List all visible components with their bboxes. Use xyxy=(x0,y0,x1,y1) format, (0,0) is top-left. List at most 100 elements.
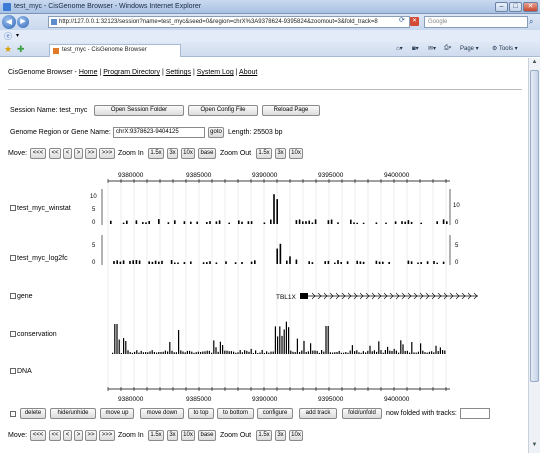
nav-about[interactable]: About xyxy=(239,69,257,76)
folded-label: now folded with tracks: xyxy=(386,410,457,417)
move-right-button[interactable]: > xyxy=(74,430,83,441)
fold-unfold-button[interactable]: fold/unfold xyxy=(342,408,382,419)
ie-menu-icon[interactable]: ⓔ xyxy=(4,31,12,42)
conservation-bar xyxy=(213,340,215,354)
zoom-in-10x-button[interactable]: 10x xyxy=(181,148,195,159)
signal-bar xyxy=(122,260,125,264)
refresh-icon[interactable]: ⟳ xyxy=(399,16,405,24)
tools-menu[interactable]: ⚙ Tools ▾ xyxy=(492,45,518,52)
close-button[interactable]: ✕ xyxy=(523,2,538,12)
nav-settings[interactable]: Settings xyxy=(166,69,191,76)
search-icon[interactable]: ⌕ xyxy=(529,17,533,27)
conservation-bar xyxy=(244,350,246,354)
zoom-out-3x-button[interactable]: 3x xyxy=(275,430,286,441)
forward-icon[interactable]: ▶ xyxy=(17,16,29,28)
move-down-button[interactable]: move down xyxy=(140,408,184,419)
signal-bar xyxy=(436,262,438,264)
scroll-thumb[interactable] xyxy=(530,70,539,382)
conservation-bar xyxy=(127,350,129,354)
move-right-button[interactable]: > xyxy=(74,148,83,159)
vertical-scrollbar[interactable]: ▲ ▼ xyxy=(528,58,540,453)
move-label: Move: xyxy=(8,432,28,439)
zoom-in-3x-button[interactable]: 3x xyxy=(167,148,178,159)
to-top-button[interactable]: to top xyxy=(188,408,214,419)
zoom-in-3x-button[interactable]: 3x xyxy=(167,430,178,441)
back-icon[interactable]: ◀ xyxy=(2,15,16,29)
to-bottom-button[interactable]: to bottom xyxy=(217,408,254,419)
page-menu[interactable]: Page ▾ xyxy=(460,45,479,52)
zoom-in-base-button[interactable]: base xyxy=(198,430,216,441)
move-right-more-button[interactable]: >> xyxy=(85,430,97,441)
conservation-bar xyxy=(186,350,188,354)
select-all-checkbox[interactable] xyxy=(10,411,16,417)
conservation-bar xyxy=(391,351,393,354)
open-session-folder-button[interactable]: Open Session Folder xyxy=(94,105,184,116)
gene-label[interactable]: TBL1X xyxy=(276,294,297,301)
move-left-more-button[interactable]: << xyxy=(49,148,61,159)
move-left-button[interactable]: < xyxy=(63,148,72,159)
track-checkbox[interactable] xyxy=(10,293,16,300)
folded-tracks-input[interactable] xyxy=(460,408,490,419)
home-icon[interactable]: ⌂▾ xyxy=(396,45,403,52)
region-input[interactable]: chrX:9378623-9404125 xyxy=(113,127,205,138)
move-far-left-button[interactable]: <<< xyxy=(30,430,46,441)
track-checkbox[interactable] xyxy=(10,255,16,262)
conservation-bar xyxy=(301,350,303,354)
move-far-right-button[interactable]: >>> xyxy=(99,430,115,441)
zoom-out-10x-button[interactable]: 10x xyxy=(289,148,303,159)
address-bar: ◀ ▶ http://127.0.0.1:32123/session?name=… xyxy=(0,14,540,30)
scroll-down-icon[interactable]: ▼ xyxy=(530,442,539,451)
print-icon[interactable]: ⎙▾ xyxy=(444,45,451,52)
configure-button[interactable]: configure xyxy=(257,408,293,419)
nav-program-directory[interactable]: Program Directory xyxy=(103,69,160,76)
conservation-bar xyxy=(362,351,364,354)
goto-button[interactable]: goto xyxy=(208,127,224,138)
maximize-button[interactable]: □ xyxy=(509,2,522,12)
zoom-in-1-5x-button[interactable]: 1.5x xyxy=(148,148,164,159)
add-favorites-icon[interactable]: ✚ xyxy=(17,44,25,55)
search-input[interactable]: Google xyxy=(424,16,528,28)
conservation-bar xyxy=(277,336,279,354)
zoom-in-base-button[interactable]: base xyxy=(198,148,216,159)
zoom-in-1-5x-button[interactable]: 1.5x xyxy=(148,430,164,441)
conservation-bar xyxy=(358,352,360,354)
conservation-bar xyxy=(142,352,144,354)
favorites-star-icon[interactable]: ★ xyxy=(4,44,12,55)
genome-track-plot[interactable]: TBL1X 10 5 0 10 0 5 0 5 0 9380000 938500… xyxy=(78,169,478,404)
page-menu-label: Page xyxy=(460,46,475,52)
zoom-out-1-5x-button[interactable]: 1.5x xyxy=(256,430,272,441)
open-config-file-button[interactable]: Open Config File xyxy=(188,105,258,116)
move-left-more-button[interactable]: << xyxy=(49,430,61,441)
track-checkbox[interactable] xyxy=(10,205,16,212)
signal-bar xyxy=(350,219,352,224)
url-input[interactable]: http://127.0.0.1:32123/session?name=test… xyxy=(48,16,410,28)
move-far-left-button[interactable]: <<< xyxy=(30,148,46,159)
minimize-button[interactable]: – xyxy=(495,2,508,12)
nav-system-log[interactable]: System Log xyxy=(197,69,234,76)
conservation-bar xyxy=(288,327,290,354)
conservation-bar xyxy=(433,352,435,354)
zoom-in-10x-button[interactable]: 10x xyxy=(181,430,195,441)
conservation-bar xyxy=(444,350,446,354)
zoom-out-10x-button[interactable]: 10x xyxy=(289,430,303,441)
zoom-out-1-5x-button[interactable]: 1.5x xyxy=(256,148,272,159)
zoom-out-3x-button[interactable]: 3x xyxy=(275,148,286,159)
chevron-down-icon[interactable]: ▾ xyxy=(16,32,19,39)
move-left-button[interactable]: < xyxy=(63,430,72,441)
track-checkbox[interactable] xyxy=(10,368,16,375)
stop-icon[interactable]: ✕ xyxy=(410,17,419,26)
reload-page-button[interactable]: Reload Page xyxy=(262,105,320,116)
hide-unhide-button[interactable]: hide/unhide xyxy=(50,408,96,419)
delete-button[interactable]: delete xyxy=(20,408,46,419)
move-up-button[interactable]: move up xyxy=(100,408,134,419)
feeds-icon[interactable]: ◙▾ xyxy=(412,45,419,52)
nav-home[interactable]: Home xyxy=(79,69,98,76)
add-track-button[interactable]: add track xyxy=(299,408,337,419)
browser-tab[interactable]: test_myc - CisGenome Browser xyxy=(49,44,181,57)
conservation-bar xyxy=(325,326,327,354)
move-far-right-button[interactable]: >>> xyxy=(99,148,115,159)
move-right-more-button[interactable]: >> xyxy=(85,148,97,159)
mail-icon[interactable]: ✉▾ xyxy=(428,45,436,52)
scroll-up-icon[interactable]: ▲ xyxy=(530,59,539,68)
track-checkbox[interactable] xyxy=(10,331,16,338)
